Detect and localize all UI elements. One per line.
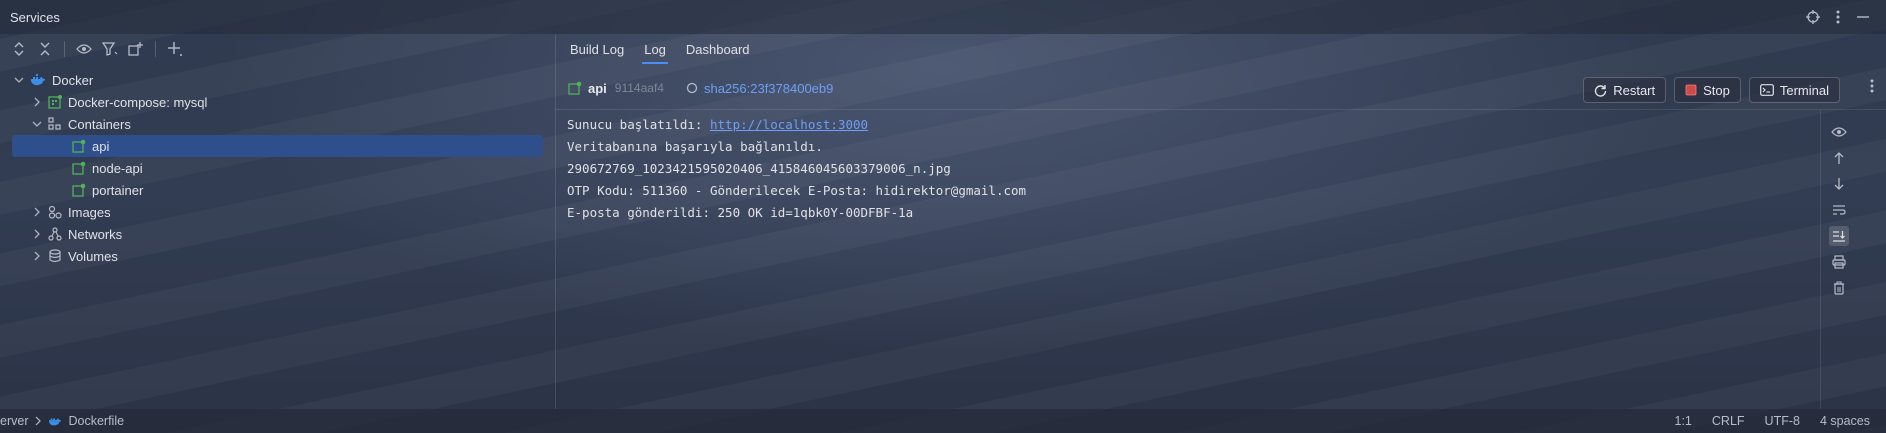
- tree-node-container-api[interactable]: api: [12, 135, 543, 157]
- tree-label: Docker: [52, 72, 94, 88]
- image-sha: sha256:23f378400eb9: [703, 80, 834, 96]
- trash-icon[interactable]: [1829, 278, 1849, 298]
- tree-node-container-portainer[interactable]: portainer: [0, 179, 555, 201]
- tree-label: Images: [68, 204, 111, 220]
- chevron-right-icon[interactable]: [30, 207, 44, 217]
- chevron-right-icon: [34, 416, 42, 426]
- crosshair-icon[interactable]: [1806, 10, 1820, 24]
- tab-build-log[interactable]: Build Log: [560, 34, 634, 64]
- log-line: Veritabanına başarıyla bağlanıldı.: [567, 139, 823, 154]
- minimize-icon[interactable]: [1856, 10, 1870, 24]
- stop-icon: [1685, 84, 1697, 96]
- tab-log[interactable]: Log: [634, 34, 676, 64]
- panel-divider[interactable]: [555, 34, 556, 409]
- tree-node-docker[interactable]: Docker: [0, 69, 555, 91]
- container-id: 9114aaf4: [614, 81, 664, 95]
- image-circle-icon: [686, 82, 698, 94]
- new-service-icon[interactable]: [123, 37, 149, 61]
- chevron-down-icon[interactable]: [12, 75, 26, 85]
- chevron-right-icon[interactable]: [30, 229, 44, 239]
- terminal-button[interactable]: Terminal: [1748, 77, 1840, 103]
- images-icon: [48, 205, 62, 219]
- tree-label: Networks: [68, 226, 123, 242]
- tree-node-images[interactable]: Images: [0, 201, 555, 223]
- chevron-down-icon[interactable]: [30, 119, 44, 129]
- toolbar-separator: [64, 41, 65, 57]
- chevron-right-icon[interactable]: [30, 97, 44, 107]
- soft-wrap-icon[interactable]: [1829, 200, 1849, 220]
- breadcrumb: erver Dockerfile: [0, 414, 124, 428]
- network-icon: [48, 227, 62, 241]
- compose-icon: [48, 95, 62, 109]
- image-sha-link[interactable]: sha256:23f378400eb9: [686, 81, 833, 96]
- stop-button[interactable]: Stop: [1674, 77, 1741, 103]
- scroll-to-end-icon[interactable]: [1829, 226, 1849, 246]
- tree-node-volumes[interactable]: Volumes: [0, 245, 555, 267]
- log-line: OTP Kodu: 511360 - Gönderilecek E-Posta:…: [567, 183, 1027, 198]
- breadcrumb-item[interactable]: erver: [0, 414, 28, 428]
- arrow-down-icon[interactable]: [1829, 174, 1849, 194]
- filter-icon[interactable]: [97, 37, 123, 61]
- tree-label: portainer: [92, 182, 144, 198]
- log-line: 290672769_1023421595020406_4158460456033…: [567, 161, 951, 176]
- toolbar-separator: [155, 41, 156, 57]
- container-running-icon: [72, 161, 86, 175]
- collapse-all-icon[interactable]: [32, 37, 58, 61]
- log-output[interactable]: Sunucu başlatıldı: http://localhost:3000…: [567, 114, 1807, 224]
- tree-label: Containers: [68, 116, 131, 132]
- detail-tabs: Build Log Log Dashboard: [560, 34, 760, 64]
- log-line: E-posta gönderildi: 250 OK id=1qbk0Y-00D…: [567, 205, 914, 220]
- tree-node-containers[interactable]: Containers: [0, 113, 555, 135]
- container-running-icon: [72, 183, 86, 197]
- database-icon: [48, 249, 62, 263]
- arrow-up-icon[interactable]: [1829, 148, 1849, 168]
- container-actions: Restart Stop Terminal: [1583, 77, 1840, 103]
- expand-all-icon[interactable]: [6, 37, 32, 61]
- line-ending[interactable]: CRLF: [1712, 414, 1745, 428]
- tree-node-container-node-api[interactable]: node-api: [0, 157, 555, 179]
- add-icon[interactable]: [162, 37, 188, 61]
- restart-label: Restart: [1613, 82, 1656, 98]
- file-encoding[interactable]: UTF-8: [1765, 414, 1800, 428]
- terminal-icon: [1759, 84, 1774, 96]
- services-header: Services: [0, 0, 1886, 34]
- print-icon[interactable]: [1829, 252, 1849, 272]
- eye-icon[interactable]: [1829, 122, 1849, 142]
- tree-label: Docker-compose: mysql: [68, 94, 208, 110]
- terminal-label: Terminal: [1779, 82, 1829, 98]
- tree-label: Volumes: [68, 248, 118, 264]
- more-options-icon[interactable]: [1836, 10, 1840, 24]
- container-name: api: [588, 80, 607, 96]
- status-bar: erver Dockerfile 1:1 CRLF UTF-8 4 spaces: [0, 409, 1886, 433]
- log-text: Sunucu başlatıldı:: [567, 117, 710, 132]
- cursor-position[interactable]: 1:1: [1675, 414, 1692, 428]
- services-tree: Docker Docker-compose: mysql Containers …: [0, 69, 555, 267]
- header-divider: [556, 109, 1886, 110]
- more-actions-icon[interactable]: [1870, 79, 1874, 96]
- tree-label: api: [92, 138, 110, 154]
- log-toolbar: [1820, 110, 1857, 409]
- docker-icon: [48, 415, 62, 427]
- breadcrumb-item[interactable]: Dockerfile: [68, 414, 124, 428]
- containers-icon: [48, 117, 62, 131]
- docker-icon: [30, 73, 46, 87]
- container-running-icon: [568, 81, 582, 95]
- eye-icon[interactable]: [71, 37, 97, 61]
- indent-setting[interactable]: 4 spaces: [1820, 414, 1870, 428]
- container-running-icon: [72, 139, 86, 153]
- panel-title: Services: [10, 9, 60, 25]
- chevron-right-icon[interactable]: [30, 251, 44, 261]
- tab-dashboard[interactable]: Dashboard: [676, 34, 760, 64]
- restart-icon: [1594, 84, 1607, 97]
- tree-node-compose[interactable]: Docker-compose: mysql: [0, 91, 555, 113]
- restart-button[interactable]: Restart: [1583, 77, 1667, 103]
- services-toolbar: [0, 36, 561, 62]
- log-line: Sunucu başlatıldı: http://localhost:3000: [567, 114, 1807, 136]
- localhost-link[interactable]: http://localhost:3000: [710, 117, 868, 132]
- tree-node-networks[interactable]: Networks: [0, 223, 555, 245]
- stop-label: Stop: [1703, 82, 1730, 98]
- tree-label: node-api: [92, 160, 143, 176]
